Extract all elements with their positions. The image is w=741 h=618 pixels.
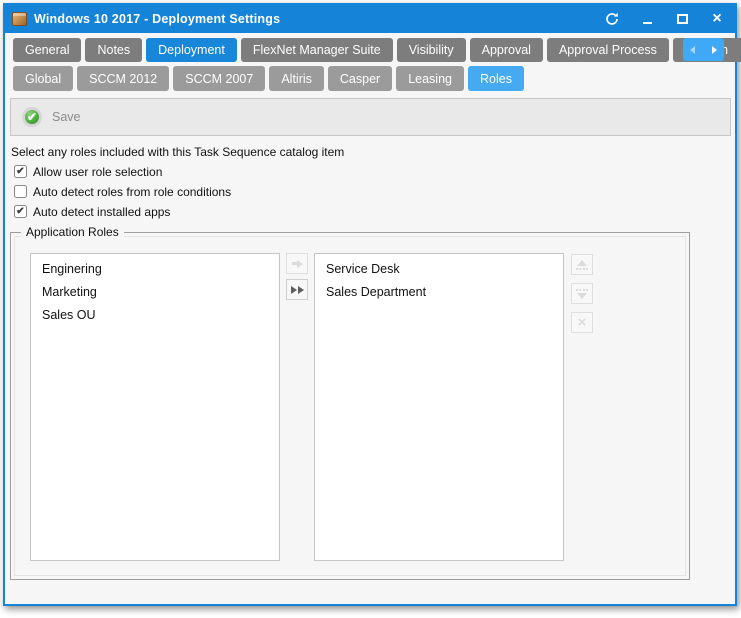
double-arrow-right-icon xyxy=(291,286,304,294)
deployment-settings-window: Windows 10 2017 - Deployment Settings × … xyxy=(3,3,737,606)
tab-visibility[interactable]: Visibility xyxy=(397,38,466,62)
tab-scroller xyxy=(683,38,724,61)
tab-label: Approval xyxy=(482,43,531,57)
tab-label: Casper xyxy=(340,72,380,86)
arrow-up-icon xyxy=(576,260,588,270)
checkmark-icon: ✔ xyxy=(16,167,24,177)
tab-label: Deployment xyxy=(158,43,225,57)
remove-button[interactable]: × xyxy=(571,312,593,333)
primary-tabs: General Notes Deployment FlexNet Manager… xyxy=(13,38,727,62)
tab-label: SCCM 2007 xyxy=(185,72,253,86)
tab-label: Visibility xyxy=(409,43,454,57)
tab-casper[interactable]: Casper xyxy=(328,66,392,91)
checkbox-row-auto-detect-installed-apps[interactable]: ✔ Auto detect installed apps xyxy=(14,204,735,219)
titlebar: Windows 10 2017 - Deployment Settings × xyxy=(5,5,735,33)
tab-label: Approval Process xyxy=(559,43,657,57)
checkbox-label: Auto detect installed apps xyxy=(33,205,170,219)
remove-x-icon: × xyxy=(578,315,587,330)
minimize-icon xyxy=(643,22,652,24)
refresh-button[interactable] xyxy=(604,11,620,27)
list-item[interactable]: Enginering xyxy=(31,258,279,281)
checkbox-allow-user-role-selection[interactable]: ✔ xyxy=(14,165,27,178)
checkbox-label: Allow user role selection xyxy=(33,165,162,179)
tab-label: SCCM 2012 xyxy=(89,72,157,86)
application-roles-groupbox: Application Roles Enginering Marketing S… xyxy=(10,232,690,580)
tab-label: General xyxy=(25,43,69,57)
checkbox-auto-detect-roles[interactable]: ✔ xyxy=(14,185,27,198)
tab-sccm-2007[interactable]: SCCM 2007 xyxy=(173,66,265,91)
maximize-button[interactable] xyxy=(674,11,690,27)
check-circle-icon: ✔ xyxy=(22,107,42,127)
tab-deployment[interactable]: Deployment xyxy=(146,38,237,62)
tab-approval-process[interactable]: Approval Process xyxy=(547,38,669,62)
package-icon xyxy=(12,12,27,26)
tab-band: General Notes Deployment FlexNet Manager… xyxy=(5,33,735,91)
checkbox-row-auto-detect-roles[interactable]: ✔ Auto detect roles from role conditions xyxy=(14,184,735,199)
move-up-button[interactable] xyxy=(571,254,593,275)
arrow-down-icon xyxy=(576,289,588,299)
tab-label: Roles xyxy=(480,72,512,86)
tab-flexnet-manager-suite[interactable]: FlexNet Manager Suite xyxy=(241,38,393,62)
checkbox-row-allow-user-role-selection[interactable]: ✔ Allow user role selection xyxy=(14,164,735,179)
tab-label: Notes xyxy=(97,43,130,57)
tab-notes[interactable]: Notes xyxy=(85,38,142,62)
checkmark-icon: ✔ xyxy=(16,207,24,217)
tab-label: Leasing xyxy=(408,72,452,86)
list-item[interactable]: Sales OU xyxy=(31,304,279,327)
close-button[interactable]: × xyxy=(709,11,725,27)
save-toolbar: ✔ Save xyxy=(10,98,731,136)
secondary-tabs: Global SCCM 2012 SCCM 2007 Altiris Caspe… xyxy=(13,66,727,91)
tab-leasing[interactable]: Leasing xyxy=(396,66,464,91)
available-roles-list[interactable]: Enginering Marketing Sales OU xyxy=(30,253,280,561)
groupbox-title: Application Roles xyxy=(21,225,124,239)
maximize-icon xyxy=(677,14,688,24)
assigned-roles-list[interactable]: Service Desk Sales Department xyxy=(314,253,564,561)
tab-global[interactable]: Global xyxy=(13,66,73,91)
window-controls: × xyxy=(604,11,725,27)
tab-approval[interactable]: Approval xyxy=(470,38,543,62)
scroll-right-icon[interactable] xyxy=(712,46,717,54)
checkbox-auto-detect-installed-apps[interactable]: ✔ xyxy=(14,205,27,218)
scroll-left-icon[interactable] xyxy=(690,46,695,54)
refresh-icon xyxy=(605,12,619,26)
list-item[interactable]: Sales Department xyxy=(315,281,563,304)
window-title: Windows 10 2017 - Deployment Settings xyxy=(34,12,280,26)
tab-altiris[interactable]: Altiris xyxy=(269,66,324,91)
tab-roles[interactable]: Roles xyxy=(468,66,524,91)
minimize-button[interactable] xyxy=(639,11,655,27)
arrow-right-icon xyxy=(292,260,303,268)
checkbox-label: Auto detect roles from role conditions xyxy=(33,185,231,199)
close-icon: × xyxy=(712,12,721,26)
tab-label: Global xyxy=(25,72,61,86)
list-item[interactable]: Service Desk xyxy=(315,258,563,281)
move-all-right-button[interactable] xyxy=(286,279,308,300)
save-button[interactable]: ✔ Save xyxy=(22,107,81,127)
tab-sccm-2012[interactable]: SCCM 2012 xyxy=(77,66,169,91)
list-item[interactable]: Marketing xyxy=(31,281,279,304)
instruction-text: Select any roles included with this Task… xyxy=(11,145,735,159)
save-button-label: Save xyxy=(52,110,81,124)
tab-label: Altiris xyxy=(281,72,312,86)
tab-general[interactable]: General xyxy=(13,38,81,62)
move-selected-right-button[interactable] xyxy=(286,253,308,274)
move-down-button[interactable] xyxy=(571,283,593,304)
tab-label: FlexNet Manager Suite xyxy=(253,43,381,57)
